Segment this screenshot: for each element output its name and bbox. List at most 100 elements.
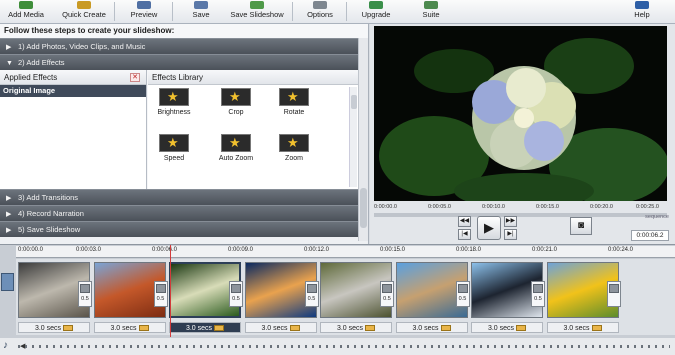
next-frame-icon[interactable]: ▶▶ xyxy=(504,216,517,227)
clip-duration[interactable]: 3.0 secs xyxy=(169,322,241,333)
save-icon xyxy=(194,1,208,9)
clip-options-icon[interactable] xyxy=(440,325,451,332)
clip-duration[interactable]: 3.0 secs xyxy=(471,322,543,333)
add-media-button[interactable]: Add Media xyxy=(4,0,48,23)
transition-slot[interactable]: 0.5 xyxy=(304,281,319,307)
effects-area: Applied Effects ✕ Original Image Effects… xyxy=(0,70,359,189)
clip-options-icon[interactable] xyxy=(138,325,149,332)
applied-effects-header: Applied Effects ✕ xyxy=(0,70,146,85)
step-add-transitions[interactable]: ▶ 3) Add Transitions xyxy=(0,189,359,205)
effect-brightness[interactable]: ★ Brightness xyxy=(152,88,196,118)
preview-seek-bar[interactable] xyxy=(374,213,667,217)
steps-panel: Follow these steps to create your slides… xyxy=(0,24,369,244)
transition-slot[interactable]: 0.5 xyxy=(380,281,394,307)
upgrade-icon xyxy=(369,1,383,9)
go-start-icon[interactable]: |◀ xyxy=(458,229,471,240)
timeline-panel: 0:00:00.0 0:00:03.0 0:00:06.0 0:00:09.0 … xyxy=(0,244,675,355)
audio-waveform xyxy=(18,345,670,348)
transition-icon xyxy=(382,284,392,293)
effect-auto-zoom[interactable]: ★ Auto Zoom xyxy=(214,134,258,164)
clip-duration[interactable]: 3.0 secs xyxy=(244,322,317,333)
previous-frame-icon[interactable]: ◀◀ xyxy=(458,216,471,227)
transition-icon xyxy=(155,284,166,293)
step-add-effects[interactable]: ▼ 2) Add Effects xyxy=(0,54,359,70)
clip-options-icon[interactable] xyxy=(516,325,527,332)
expand-arrow-icon: ▶ xyxy=(6,195,12,202)
add-media-icon xyxy=(19,1,33,9)
step-label: 2) Add Effects xyxy=(18,58,65,67)
suite-icon xyxy=(424,1,438,9)
preview-button[interactable]: Preview xyxy=(126,0,162,23)
clip-duration[interactable]: 3.0 secs xyxy=(18,322,90,333)
clip-duration-label: 3.0 secs xyxy=(563,325,590,332)
track-image-icon xyxy=(1,273,14,291)
play-button[interactable]: ▶ xyxy=(477,216,501,240)
star-icon: ★ xyxy=(159,134,189,152)
effects-library-header: Effects Library xyxy=(148,70,359,85)
preview-panel: 0:00:00.0 0:00:05.0 0:00:10.0 0:00:15.0 … xyxy=(370,24,675,244)
preview-icon xyxy=(137,1,151,9)
music-note-icon: ♪ xyxy=(3,340,8,351)
clip-duration[interactable]: 3.0 secs xyxy=(395,322,468,333)
quick-create-icon xyxy=(77,1,91,9)
effect-speed[interactable]: ★ Speed xyxy=(152,134,196,164)
star-icon: ★ xyxy=(279,88,309,106)
transition-slot[interactable]: 0.5 xyxy=(229,281,243,307)
clip-options-icon[interactable] xyxy=(289,325,300,332)
effects-library-panel: Effects Library ★ Brightness ★ Crop ★ Ro… xyxy=(148,70,359,189)
snapshot-camera-icon[interactable]: ◙ xyxy=(570,217,592,235)
step-add-photos[interactable]: ▶ 1) Add Photos, Video Clips, and Music xyxy=(0,38,359,54)
step-record-narration[interactable]: ▶ 4) Record Narration xyxy=(0,205,359,221)
effect-zoom[interactable]: ★ Zoom xyxy=(272,134,316,164)
clip-options-icon[interactable] xyxy=(591,325,602,332)
clip-duration-label: 3.0 secs xyxy=(34,325,62,332)
effects-library-scrollbar[interactable] xyxy=(349,87,357,187)
transition-duration: 0.5 xyxy=(156,296,165,302)
go-end-icon[interactable]: ▶| xyxy=(504,229,517,240)
step-label: 5) Save Slideshow xyxy=(18,225,81,234)
star-icon: ★ xyxy=(279,134,309,152)
clip-duration-label: 3.0 secs xyxy=(110,325,137,332)
star-icon: ★ xyxy=(159,88,189,106)
options-button[interactable]: Options xyxy=(302,0,338,23)
timeline-ruler[interactable]: 0:00:00.0 0:00:03.0 0:00:06.0 0:00:09.0 … xyxy=(16,246,675,258)
remove-effect-icon[interactable]: ✕ xyxy=(130,73,140,82)
timeline-playhead[interactable] xyxy=(170,245,171,337)
help-button[interactable]: Help xyxy=(628,0,656,23)
toolbar-separator xyxy=(292,2,293,21)
expand-arrow-icon: ▶ xyxy=(6,44,12,51)
hydrangea-image xyxy=(374,26,667,201)
clip-duration-label: 3.0 secs xyxy=(487,325,515,332)
transition-slot[interactable]: 0.5 xyxy=(78,281,92,307)
toolbar-separator xyxy=(346,2,347,21)
applied-effect-item[interactable]: Original Image xyxy=(0,85,146,97)
toolbar-separator xyxy=(172,2,173,21)
transition-duration: 0.5 xyxy=(81,296,89,302)
steps-scrollbar[interactable] xyxy=(358,38,368,241)
suite-button[interactable]: Suite xyxy=(416,0,446,23)
save-slideshow-icon xyxy=(250,1,264,9)
audio-track: ♪ ◀ xyxy=(0,338,675,355)
clip-options-icon[interactable] xyxy=(365,325,376,332)
transition-slot[interactable]: 0.5 xyxy=(531,281,545,307)
clip-options-icon[interactable] xyxy=(214,325,225,332)
step-save-slideshow[interactable]: ▶ 5) Save Slideshow xyxy=(0,221,359,237)
transition-slot[interactable] xyxy=(606,281,621,307)
transition-slot[interactable]: 0.5 xyxy=(153,281,168,307)
timeline-track: 0.5 3.0 secs 0.5 3.0 secs 0.5 3.0 secs 0.5 3.0 … xyxy=(16,259,675,335)
transition-slot[interactable]: 0.5 xyxy=(455,281,470,307)
clip-duration-label: 3.0 secs xyxy=(185,325,213,332)
effect-crop[interactable]: ★ Crop xyxy=(214,88,258,118)
save-slideshow-button[interactable]: Save Slideshow xyxy=(228,0,286,23)
quick-create-button[interactable]: Quick Create xyxy=(58,0,110,23)
save-button[interactable]: Save xyxy=(186,0,216,23)
effect-rotate[interactable]: ★ Rotate xyxy=(272,88,316,118)
upgrade-button[interactable]: Upgrade xyxy=(358,0,394,23)
transition-icon xyxy=(608,284,619,293)
main-toolbar: Add Media Quick Create Preview Save Save… xyxy=(0,0,675,24)
clip-duration[interactable]: 3.0 secs xyxy=(93,322,166,333)
clip-duration[interactable]: 3.0 secs xyxy=(320,322,392,333)
clip-duration[interactable]: 3.0 secs xyxy=(546,322,619,333)
clip-options-icon[interactable] xyxy=(63,325,74,332)
options-icon xyxy=(313,1,327,9)
